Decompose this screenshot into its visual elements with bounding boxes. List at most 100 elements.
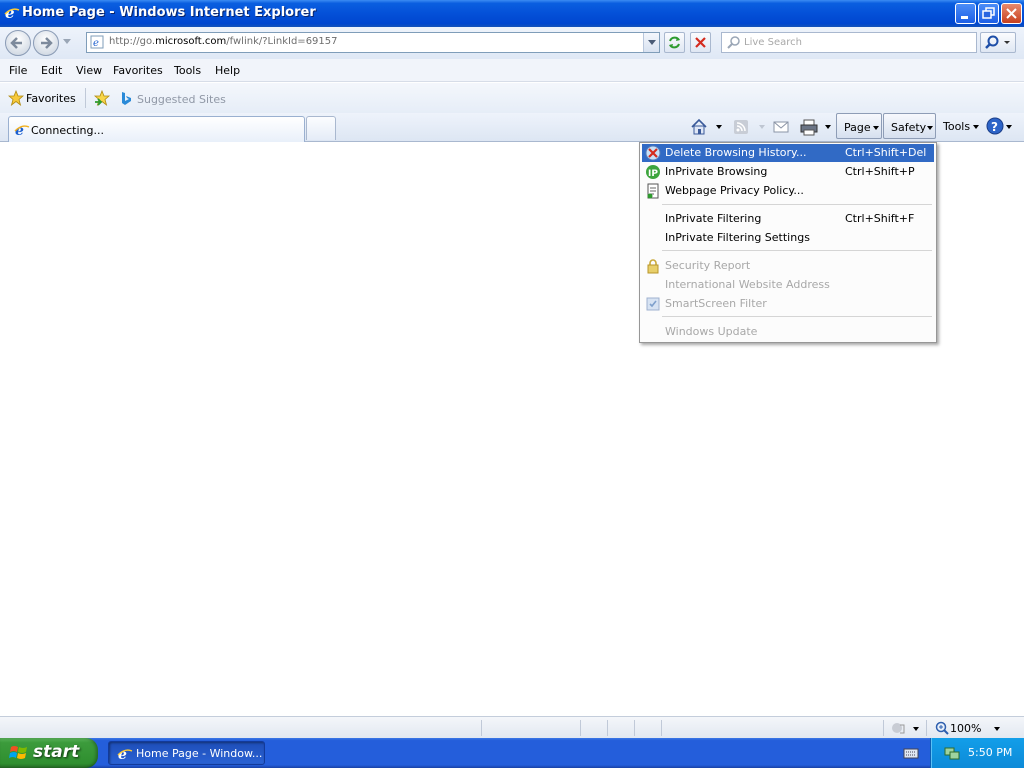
add-to-favorites-bar-icon[interactable]: [93, 89, 111, 110]
taskbar: start e Home Page - Window... 5:50 PM: [0, 738, 1024, 768]
back-arrow-icon: [10, 37, 22, 49]
recent-pages-chevron-down-icon[interactable]: [63, 39, 71, 44]
back-button[interactable]: [5, 30, 31, 56]
page-icon: e: [90, 35, 104, 52]
address-bar[interactable]: e http://go.microsoft.com/fwlink/?LinkId…: [86, 32, 660, 53]
tools-menu-label: Tools: [943, 120, 971, 133]
svg-text:?: ?: [991, 120, 998, 134]
restore-button[interactable]: [978, 3, 999, 24]
inprivate-icon: IP: [645, 164, 661, 183]
taskbar-item-label: Home Page - Window...: [136, 747, 263, 760]
minimize-icon: [961, 16, 968, 19]
status-divider: [634, 720, 635, 736]
refresh-icon: [669, 36, 680, 49]
page-menu-label: Page: [844, 121, 871, 134]
menu-item-inprivate-filtering[interactable]: InPrivate Filtering Ctrl+Shift+F: [642, 210, 934, 228]
safety-menu-label: Safety: [891, 121, 927, 134]
tab-active[interactable]: e Connecting...: [8, 116, 305, 142]
menu-item-international-website-address: International Website Address: [665, 278, 830, 291]
home-icon[interactable]: [690, 118, 708, 139]
minimize-button[interactable]: [955, 3, 976, 24]
windows-flag-icon: [9, 744, 29, 765]
privacy-policy-icon: [645, 183, 661, 202]
stop-button[interactable]: [690, 32, 711, 53]
protected-mode-icon[interactable]: [891, 721, 909, 738]
search-placeholder: Live Search: [744, 37, 802, 48]
feeds-chevron-down-icon: [759, 125, 765, 129]
status-divider: [580, 720, 581, 736]
read-mail-icon[interactable]: [773, 119, 789, 138]
tab-label: Connecting...: [31, 124, 104, 137]
menu-separator: [662, 316, 932, 317]
delete-history-icon: [645, 145, 661, 164]
menu-help[interactable]: Help: [215, 64, 240, 77]
help-chevron-down-icon[interactable]: [1006, 125, 1012, 129]
menu-tools[interactable]: Tools: [174, 64, 201, 77]
status-bar: 100%: [0, 716, 1024, 738]
close-button[interactable]: [1001, 3, 1022, 24]
protected-mode-chevron-down-icon[interactable]: [913, 727, 919, 731]
page-menu-button[interactable]: Page: [836, 113, 882, 139]
menu-item-smartscreen-filter: SmartScreen Filter: [642, 295, 934, 313]
menu-file[interactable]: File: [9, 64, 27, 77]
tools-menu-button[interactable]: Tools: [939, 113, 983, 139]
smartscreen-icon: [645, 296, 661, 315]
tools-chevron-down-icon: [973, 125, 979, 129]
clock[interactable]: 5:50 PM: [968, 746, 1012, 759]
forward-button[interactable]: [33, 30, 59, 56]
menu-item-webpage-privacy-policy[interactable]: Webpage Privacy Policy...: [642, 182, 934, 200]
safety-menu-button[interactable]: Safety: [883, 113, 936, 139]
home-chevron-down-icon[interactable]: [716, 125, 722, 129]
search-icon: [726, 35, 741, 53]
menu-edit[interactable]: Edit: [41, 64, 62, 77]
zoom-chevron-down-icon[interactable]: [994, 727, 1000, 731]
zoom-icon[interactable]: [935, 721, 949, 738]
address-dropdown-button[interactable]: [643, 33, 659, 52]
menu-item-inprivate-filtering-settings[interactable]: InPrivate Filtering Settings: [642, 229, 934, 247]
favorites-button[interactable]: Favorites: [26, 92, 76, 105]
ie-logo-icon: e: [4, 4, 20, 24]
menu-item-inprivate-browsing[interactable]: IP InPrivate Browsing Ctrl+Shift+P: [642, 163, 934, 181]
help-icon[interactable]: ?: [986, 117, 1004, 138]
start-button[interactable]: start: [0, 738, 98, 768]
favorites-separator: [85, 88, 86, 108]
search-button[interactable]: [980, 32, 1016, 53]
status-divider: [607, 720, 608, 736]
taskbar-item-ie[interactable]: e Home Page - Window...: [108, 741, 265, 765]
print-icon[interactable]: [800, 118, 818, 139]
favorites-bar: Favorites Suggested Sites: [0, 83, 1024, 184]
window-title: Home Page - Windows Internet Explorer: [22, 5, 316, 20]
feeds-icon[interactable]: [733, 119, 749, 138]
menu-favorites[interactable]: Favorites: [113, 64, 163, 77]
close-icon: [1006, 8, 1017, 19]
lock-icon: [645, 258, 661, 277]
print-chevron-down-icon[interactable]: [825, 125, 831, 129]
stop-icon: [695, 37, 706, 48]
menu-separator: [662, 204, 932, 205]
magnifier-icon: [985, 35, 1010, 49]
zoom-level[interactable]: 100%: [950, 722, 981, 735]
new-tab-button[interactable]: [306, 116, 336, 140]
loading-ie-icon: e: [14, 122, 30, 141]
command-bar: e Connecting... Page Safety Tools ?: [0, 113, 1024, 142]
menu-separator: [662, 250, 932, 251]
refresh-button[interactable]: [664, 32, 685, 53]
navigation-bar: e http://go.microsoft.com/fwlink/?LinkId…: [0, 27, 1024, 59]
ie-taskbar-icon: e: [117, 746, 133, 765]
system-tray: 5:50 PM: [930, 738, 1024, 768]
network-icon[interactable]: [943, 744, 961, 765]
keyboard-icon[interactable]: [903, 746, 919, 763]
status-divider: [481, 720, 482, 736]
search-box[interactable]: Live Search: [721, 32, 977, 53]
address-url: http://go.microsoft.com/fwlink/?LinkId=6…: [109, 36, 338, 47]
suggested-sites-link[interactable]: Suggested Sites: [137, 93, 226, 106]
menu-item-delete-browsing-history[interactable]: Delete Browsing History... Ctrl+Shift+De…: [642, 144, 934, 162]
svg-text:IP: IP: [648, 169, 658, 179]
forward-arrow-icon: [41, 37, 53, 49]
favorites-star-icon[interactable]: [7, 89, 25, 109]
safety-chevron-down-icon: [927, 126, 933, 130]
bing-icon: [119, 91, 133, 110]
svg-text:e: e: [93, 38, 99, 49]
menu-bar: File Edit View Favorites Tools Help: [0, 59, 1024, 82]
menu-view[interactable]: View: [76, 64, 102, 77]
